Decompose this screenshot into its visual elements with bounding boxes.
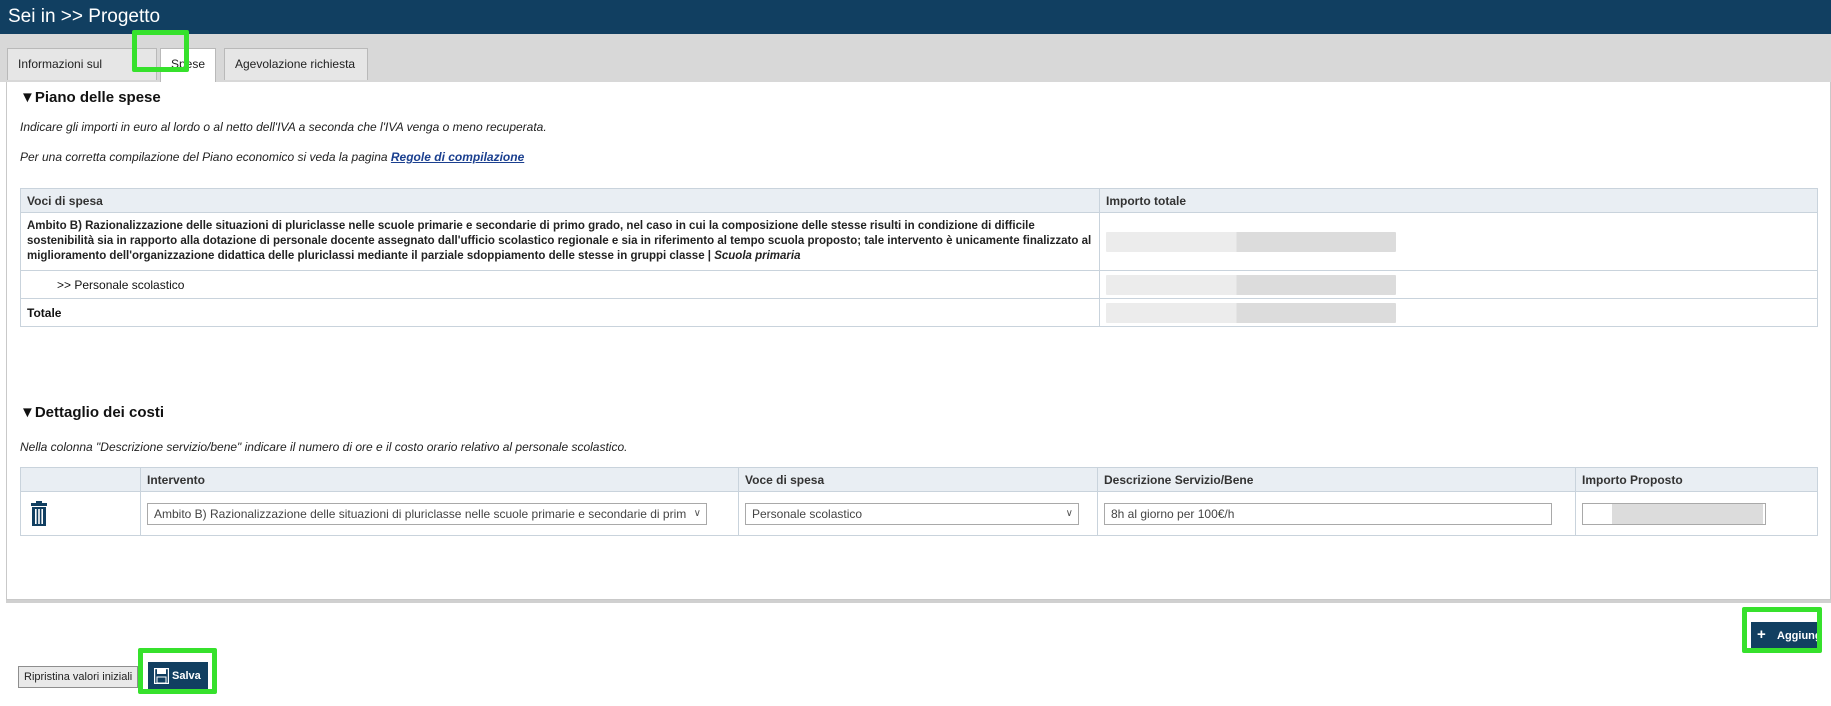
importo-ambito <box>1106 231 1396 252</box>
intervento-value: Ambito B) Razionalizzazione delle situaz… <box>154 506 687 521</box>
table-row: Ambito B) Razionalizzazione delle situaz… <box>20 491 1818 536</box>
piano-note: Indicare gli importi in euro al lordo o … <box>20 120 547 134</box>
piano-title: ▼Piano delle spese <box>20 89 161 106</box>
voce-value: Personale scolastico <box>752 506 863 521</box>
col-importo-proposto: Importo Proposto <box>1575 467 1818 492</box>
dettaglio-note: Nella colonna "Descrizione servizio/bene… <box>20 440 628 454</box>
piano-table: Voci di spesa Importo totale Ambito B) R… <box>20 188 1818 327</box>
col-voci: Voci di spesa <box>20 188 1100 213</box>
piano-note-link: Per una corretta compilazione del Piano … <box>20 150 524 164</box>
page-title: Sei in >> Progetto <box>0 0 1831 34</box>
row-ambito-importo-cell <box>1099 212 1818 271</box>
main-content: ▼Piano delle spese Indicare gli importi … <box>6 82 1831 600</box>
col-importo: Importo totale <box>1099 188 1818 213</box>
voce-cell: Personale scolastico ∨ <box>738 491 1098 536</box>
delete-cell <box>20 491 141 536</box>
importo-totale <box>1106 302 1396 323</box>
row-totale-importo-cell <box>1099 298 1818 327</box>
ripristina-button[interactable]: Ripristina valori iniziali <box>18 666 139 688</box>
col-azioni <box>20 467 141 492</box>
tab-bar: Informazioni sul progetto Spese Agevolaz… <box>0 34 1831 101</box>
chevron-down-icon: ∨ <box>1065 507 1073 519</box>
highlight-salva <box>138 648 217 694</box>
row-ambito-text: Ambito B) Razionalizzazione delle situaz… <box>27 220 1092 262</box>
importo-proposto-input[interactable] <box>1582 502 1766 525</box>
highlight-tab-spese <box>132 30 189 72</box>
piano-note-prefix: Per una corretta compilazione del Piano … <box>20 150 391 164</box>
highlight-aggiungi <box>1742 607 1822 653</box>
divider <box>6 600 1831 603</box>
row-ambito-italic: Scuola primaria <box>714 250 801 262</box>
regole-link[interactable]: Regole di compilazione <box>391 150 524 164</box>
row-personale: >> Personale scolastico <box>20 270 1100 299</box>
descrizione-cell: 8h al giorno per 100€/h <box>1097 491 1576 536</box>
trash-icon[interactable] <box>30 500 48 527</box>
descrizione-input[interactable]: 8h al giorno per 100€/h <box>1104 502 1552 525</box>
importo-personale <box>1106 274 1396 295</box>
intervento-select[interactable]: Ambito B) Razionalizzazione delle situaz… <box>147 502 707 525</box>
importo-proposto-cell <box>1575 491 1818 536</box>
tab-agevolazione[interactable]: Agevolazione richiesta <box>224 48 368 80</box>
row-personale-importo-cell <box>1099 270 1818 299</box>
intervento-cell: Ambito B) Razionalizzazione delle situaz… <box>140 491 739 536</box>
voce-select[interactable]: Personale scolastico ∨ <box>745 502 1079 525</box>
dettaglio-table: Intervento Voce di spesa Descrizione Ser… <box>20 467 1818 536</box>
dettaglio-title: ▼Dettaglio dei costi <box>20 404 165 421</box>
col-voce: Voce di spesa <box>738 467 1098 492</box>
col-intervento: Intervento <box>140 467 739 492</box>
row-totale: Totale <box>20 298 1100 327</box>
chevron-down-icon: ∨ <box>693 507 701 519</box>
col-descrizione: Descrizione Servizio/Bene <box>1097 467 1576 492</box>
row-ambito: Ambito B) Razionalizzazione delle situaz… <box>20 212 1100 271</box>
